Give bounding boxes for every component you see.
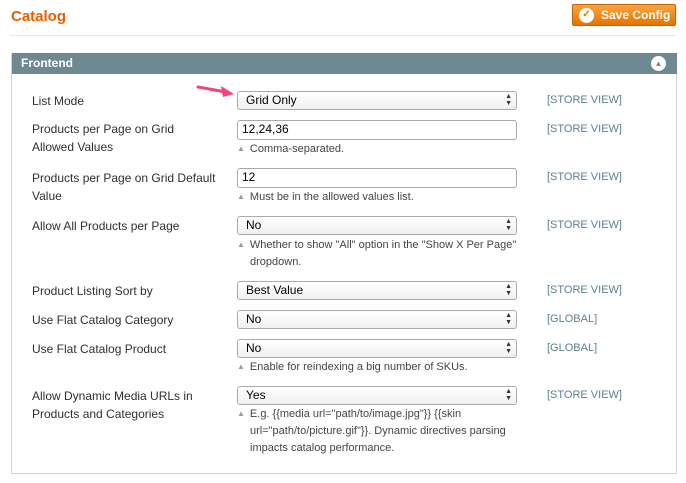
- dynamic-media-note: ▲ E.g. {{media url="path/to/image.jpg"}} …: [237, 405, 527, 457]
- allow-all-note-line1: Whether to show "All" option in the "Sho…: [249, 239, 517, 251]
- select-arrows-icon: ▲ ▼: [505, 341, 512, 355]
- dynamic-media-select[interactable]: Yes ▲ ▼: [237, 386, 517, 405]
- allow-all-label: Allow All Products per Page: [32, 219, 180, 233]
- flat-product-note-text: Enable for reindexing a big number of SK…: [249, 361, 468, 373]
- dynamic-media-scope: [STORE VIEW]: [547, 389, 622, 401]
- allow-all-note: ▲ Whether to show "All" option in the "Sh…: [237, 236, 527, 271]
- dynamic-media-label: Allow Dynamic Media URLs in Products and…: [32, 387, 227, 423]
- fieldset-title: Frontend: [21, 56, 73, 70]
- list-mode-label: List Mode: [32, 94, 85, 108]
- grid-allowed-scope: [STORE VIEW]: [547, 123, 622, 135]
- grid-allowed-label: Products per Page on Grid Allowed Values: [32, 120, 227, 156]
- allow-all-select[interactable]: No ▲ ▼: [237, 216, 517, 235]
- sort-by-scope: [STORE VIEW]: [547, 284, 622, 296]
- note-triangle-icon: ▲: [237, 192, 245, 201]
- grid-default-scope: [STORE VIEW]: [547, 171, 622, 183]
- dynamic-media-label-line2: Products and Categories: [32, 407, 165, 421]
- grid-allowed-label-line1: Products per Page on Grid: [32, 122, 175, 136]
- allow-all-note-line2: dropdown.: [250, 256, 302, 268]
- select-arrows-icon: ▲ ▼: [505, 312, 512, 326]
- flat-category-label: Use Flat Catalog Category: [32, 313, 174, 327]
- select-arrows-icon: ▲ ▼: [505, 283, 512, 297]
- sort-by-value: Best Value: [246, 283, 304, 297]
- page-title: Catalog: [11, 8, 67, 25]
- grid-default-note-text: Must be in the allowed values list.: [249, 191, 414, 203]
- page-header: Catalog ✓ Save Config: [0, 0, 686, 36]
- dynamic-media-note-line2: url="path/to/picture.gif"}}. Dynamic dir…: [250, 425, 506, 437]
- list-mode-scope: [STORE VIEW]: [547, 94, 622, 106]
- note-triangle-icon: ▲: [237, 240, 245, 249]
- collapse-icon[interactable]: ▲: [651, 56, 666, 71]
- sort-by-label: Product Listing Sort by: [32, 284, 153, 298]
- allow-all-scope: [STORE VIEW]: [547, 219, 622, 231]
- grid-allowed-label-line2: Allowed Values: [32, 140, 114, 154]
- header-divider: [10, 35, 676, 36]
- fieldset-header[interactable]: Frontend ▲: [12, 53, 677, 74]
- grid-default-label: Products per Page on Grid Default Value: [32, 169, 227, 205]
- sort-by-select[interactable]: Best Value ▲ ▼: [237, 281, 517, 300]
- select-arrows-icon: ▲ ▼: [505, 388, 512, 402]
- note-triangle-icon: ▲: [237, 144, 245, 153]
- checkmark-icon: ✓: [579, 7, 594, 23]
- grid-default-label-line1: Products per Page on Grid Default: [32, 171, 216, 185]
- list-mode-select[interactable]: Grid Only ▲ ▼: [237, 91, 517, 110]
- select-arrows-icon: ▲ ▼: [505, 93, 512, 107]
- grid-allowed-note: ▲ Comma-separated.: [237, 140, 527, 158]
- save-config-label: Save Config: [601, 8, 671, 22]
- flat-category-scope: [GLOBAL]: [547, 313, 598, 325]
- flat-category-value: No: [246, 312, 262, 326]
- dynamic-media-note-line3: impacts catalog performance.: [250, 442, 395, 454]
- flat-product-note: ▲ Enable for reindexing a big number of S…: [237, 358, 527, 376]
- flat-category-select[interactable]: No ▲ ▼: [237, 310, 517, 329]
- grid-allowed-note-text: Comma-separated.: [249, 143, 345, 155]
- flat-product-label: Use Flat Catalog Product: [32, 342, 167, 356]
- flat-product-value: No: [246, 341, 262, 355]
- select-arrows-icon: ▲ ▼: [505, 218, 512, 232]
- allow-all-value: No: [246, 218, 262, 232]
- note-triangle-icon: ▲: [237, 362, 245, 371]
- save-config-button[interactable]: ✓ Save Config: [572, 4, 676, 26]
- note-triangle-icon: ▲: [237, 409, 245, 418]
- flat-product-select[interactable]: No ▲ ▼: [237, 339, 517, 358]
- dynamic-media-value: Yes: [246, 388, 266, 402]
- grid-default-input[interactable]: 12: [237, 168, 517, 188]
- grid-allowed-input[interactable]: 12,24,36: [237, 120, 517, 140]
- dynamic-media-label-line1: Allow Dynamic Media URLs in: [32, 389, 193, 403]
- grid-default-label-line2: Value: [32, 189, 62, 203]
- dynamic-media-note-line1: E.g. {{media url="path/to/image.jpg"}} {…: [249, 408, 462, 420]
- flat-product-scope: [GLOBAL]: [547, 342, 598, 354]
- list-mode-value: Grid Only: [246, 93, 297, 107]
- grid-default-note: ▲ Must be in the allowed values list.: [237, 188, 527, 206]
